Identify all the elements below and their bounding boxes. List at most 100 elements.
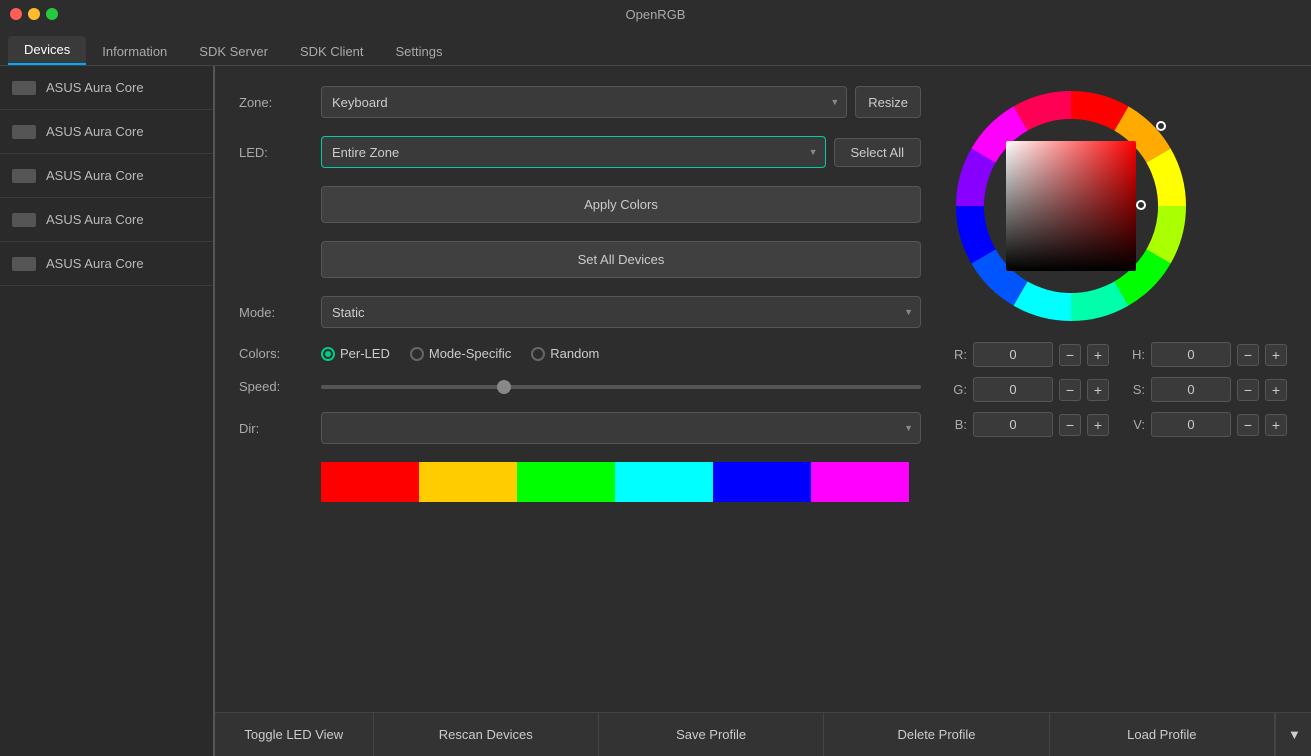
sidebar-item-label-3: ASUS Aura Core xyxy=(46,212,144,227)
r-row: R: − + xyxy=(951,342,1109,367)
g-row: G: − + xyxy=(951,377,1109,402)
rgb-group: R: − + G: − + B: xyxy=(951,342,1109,437)
device-icon xyxy=(12,213,36,227)
close-button[interactable] xyxy=(10,8,22,20)
sidebar-item-2[interactable]: ASUS Aura Core xyxy=(0,154,213,198)
content-area: Zone: Keyboard Resize LED: xyxy=(215,66,1311,756)
h-decrement[interactable]: − xyxy=(1237,344,1259,366)
s-decrement[interactable]: − xyxy=(1237,379,1259,401)
colors-label: Colors: xyxy=(239,346,309,361)
b-input[interactable] xyxy=(973,412,1053,437)
speed-label: Speed: xyxy=(239,379,309,394)
tab-sdk-server[interactable]: SDK Server xyxy=(183,38,284,65)
s-label: S: xyxy=(1129,382,1145,397)
tab-sdk-client[interactable]: SDK Client xyxy=(284,38,380,65)
dir-control xyxy=(321,412,921,444)
mode-select[interactable]: Static Breathing Flashing Color Cycle Ra… xyxy=(321,296,921,328)
set-all-devices-row: Set All Devices xyxy=(239,241,921,278)
sidebar-item-3[interactable]: ASUS Aura Core xyxy=(0,198,213,242)
resize-button[interactable]: Resize xyxy=(855,86,921,118)
dir-label: Dir: xyxy=(239,421,309,436)
h-input[interactable] xyxy=(1151,342,1231,367)
dir-row: Dir: xyxy=(239,412,921,444)
g-label: G: xyxy=(951,382,967,397)
save-profile-button[interactable]: Save Profile xyxy=(599,713,824,756)
radio-per-led[interactable]: Per-LED xyxy=(321,346,390,361)
tab-settings[interactable]: Settings xyxy=(380,38,459,65)
radio-per-led-label: Per-LED xyxy=(340,346,390,361)
color-wheel-container[interactable] xyxy=(951,86,1191,326)
zone-row: Zone: Keyboard Resize xyxy=(239,86,921,118)
g-increment[interactable]: + xyxy=(1087,379,1109,401)
set-all-devices-button[interactable]: Set All Devices xyxy=(321,241,921,278)
sidebar-item-label-0: ASUS Aura Core xyxy=(46,80,144,95)
select-all-button[interactable]: Select All xyxy=(834,138,921,167)
sidebar-item-0[interactable]: ASUS Aura Core xyxy=(0,66,213,110)
g-decrement[interactable]: − xyxy=(1059,379,1081,401)
r-increment[interactable]: + xyxy=(1087,344,1109,366)
device-icon xyxy=(12,125,36,139)
zone-select[interactable]: Keyboard xyxy=(321,86,847,118)
h-label: H: xyxy=(1129,347,1145,362)
h-increment[interactable]: + xyxy=(1265,344,1287,366)
dir-select-wrapper xyxy=(321,412,921,444)
minimize-button[interactable] xyxy=(28,8,40,20)
led-select[interactable]: Entire Zone xyxy=(321,136,826,168)
maximize-button[interactable] xyxy=(46,8,58,20)
radio-random[interactable]: Random xyxy=(531,346,599,361)
tab-devices[interactable]: Devices xyxy=(8,36,86,65)
radio-group: Per-LED Mode-Specific Random xyxy=(321,346,599,361)
speed-slider[interactable] xyxy=(321,385,921,389)
device-icon xyxy=(12,81,36,95)
sidebar-item-label-4: ASUS Aura Core xyxy=(46,256,144,271)
v-increment[interactable]: + xyxy=(1265,414,1287,436)
v-row: V: − + xyxy=(1129,412,1287,437)
delete-profile-button[interactable]: Delete Profile xyxy=(824,713,1049,756)
dir-select[interactable] xyxy=(321,412,921,444)
led-select-wrapper: Entire Zone xyxy=(321,136,826,168)
titlebar: OpenRGB xyxy=(0,0,1311,28)
toggle-led-view-button[interactable]: Toggle LED View xyxy=(215,713,374,756)
tab-information[interactable]: Information xyxy=(86,38,183,65)
color-swatch-2[interactable] xyxy=(517,462,615,502)
load-profile-dropdown[interactable]: ▼ xyxy=(1275,713,1311,756)
b-label: B: xyxy=(951,417,967,432)
radio-random-circle xyxy=(531,347,545,361)
apply-colors-button[interactable]: Apply Colors xyxy=(321,186,921,223)
rescan-devices-button[interactable]: Rescan Devices xyxy=(374,713,599,756)
b-decrement[interactable]: − xyxy=(1059,414,1081,436)
v-decrement[interactable]: − xyxy=(1237,414,1259,436)
colors-row: Colors: Per-LED Mode-Specific xyxy=(239,346,921,361)
hsv-group: H: − + S: − + V: xyxy=(1129,342,1287,437)
sidebar-item-4[interactable]: ASUS Aura Core xyxy=(0,242,213,286)
load-profile-button[interactable]: Load Profile xyxy=(1050,713,1275,756)
led-label: LED: xyxy=(239,145,309,160)
radio-mode-specific[interactable]: Mode-Specific xyxy=(410,346,511,361)
r-decrement[interactable]: − xyxy=(1059,344,1081,366)
s-increment[interactable]: + xyxy=(1265,379,1287,401)
sidebar-item-1[interactable]: ASUS Aura Core xyxy=(0,110,213,154)
colors-control: Per-LED Mode-Specific Random xyxy=(321,346,921,361)
color-gradient xyxy=(1006,141,1136,271)
s-input[interactable] xyxy=(1151,377,1231,402)
r-label: R: xyxy=(951,347,967,362)
g-input[interactable] xyxy=(973,377,1053,402)
radio-mode-specific-label: Mode-Specific xyxy=(429,346,511,361)
color-swatch-4[interactable] xyxy=(713,462,811,502)
color-swatch-1[interactable] xyxy=(419,462,517,502)
rgb-hsv-panel: R: − + G: − + B: xyxy=(951,342,1287,437)
wheel-picker-dot xyxy=(1156,121,1166,131)
color-swatch-0[interactable] xyxy=(321,462,419,502)
v-input[interactable] xyxy=(1151,412,1231,437)
b-increment[interactable]: + xyxy=(1087,414,1109,436)
color-square[interactable] xyxy=(1006,141,1136,271)
r-input[interactable] xyxy=(973,342,1053,367)
radio-mode-specific-circle xyxy=(410,347,424,361)
color-swatch-5[interactable] xyxy=(811,462,909,502)
mode-select-wrapper: Static Breathing Flashing Color Cycle Ra… xyxy=(321,296,921,328)
speed-control xyxy=(321,385,921,389)
mode-control: Static Breathing Flashing Color Cycle Ra… xyxy=(321,296,921,328)
config-left: Zone: Keyboard Resize LED: xyxy=(239,86,921,692)
color-swatch-3[interactable] xyxy=(615,462,713,502)
zone-select-wrapper: Keyboard xyxy=(321,86,847,118)
